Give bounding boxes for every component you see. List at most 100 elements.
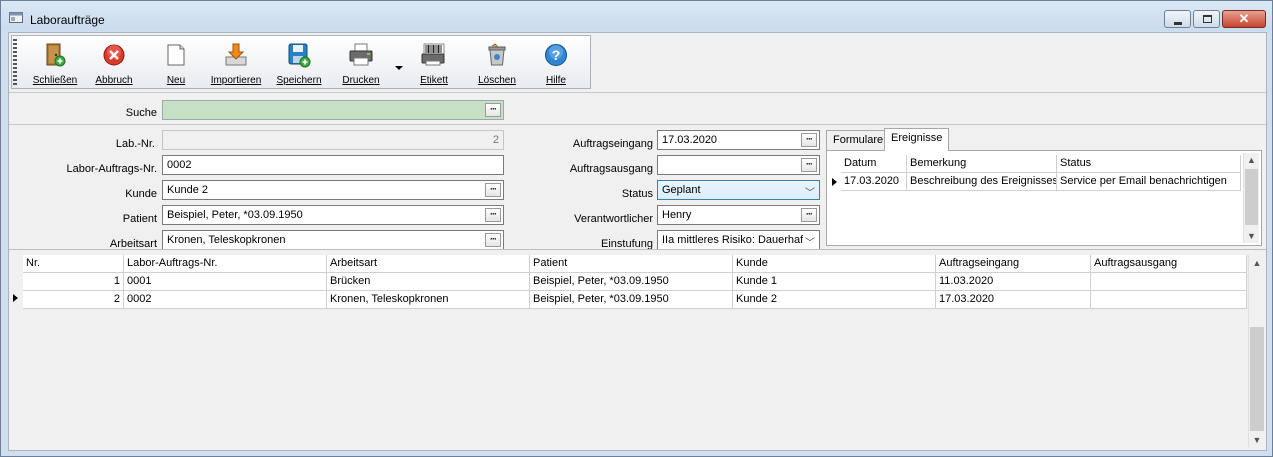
order-nr[interactable]: 1 bbox=[23, 273, 124, 291]
order-arbeitsart[interactable]: Brücken bbox=[327, 273, 530, 291]
event-datum[interactable]: 17.03.2020 bbox=[841, 173, 907, 191]
neu-button[interactable]: Neu bbox=[158, 38, 194, 87]
abbruch-button[interactable]: Abbruch bbox=[92, 38, 136, 87]
order-auftragseingang[interactable]: 11.03.2020 bbox=[936, 273, 1091, 291]
order-auftragsausgang[interactable] bbox=[1091, 273, 1247, 291]
help-icon: ? bbox=[545, 44, 567, 66]
auftrags-nr-value: 0002 bbox=[167, 159, 192, 171]
event-bemerkung[interactable]: Beschreibung des Ereignisses bbox=[907, 173, 1057, 191]
arbeitsart-value: Kronen, Teleskopkronen bbox=[167, 234, 286, 246]
order-auftragsausgang[interactable] bbox=[1091, 291, 1247, 309]
schliessen-button[interactable]: Schließen bbox=[32, 38, 78, 87]
minimize-icon bbox=[1174, 22, 1182, 25]
orders-scrollbar[interactable]: ▲ ▼ bbox=[1248, 255, 1265, 448]
order-kunde[interactable]: Kunde 2 bbox=[733, 291, 936, 309]
section-divider bbox=[9, 249, 1266, 250]
drucken-dropdown-arrow[interactable] bbox=[395, 66, 403, 70]
scroll-down-icon[interactable]: ▼ bbox=[1244, 231, 1259, 241]
tab-ereignisse[interactable]: Ereignisse bbox=[884, 128, 950, 151]
order-auftrags-nr[interactable]: 0001 bbox=[124, 273, 327, 291]
order-auftragseingang[interactable]: 17.03.2020 bbox=[936, 291, 1091, 309]
chevron-down-icon: ﹀ bbox=[803, 234, 815, 249]
orders-col-kunde[interactable]: Kunde bbox=[733, 255, 936, 273]
orders-scroll-thumb[interactable] bbox=[1250, 327, 1264, 431]
minimize-button[interactable] bbox=[1164, 10, 1191, 28]
svg-text:?: ? bbox=[552, 47, 561, 63]
neu-label: Neu bbox=[166, 75, 186, 86]
order-patient[interactable]: Beispiel, Peter, *03.09.1950 bbox=[530, 291, 733, 309]
current-row-marker bbox=[13, 294, 18, 302]
status-select[interactable]: Geplant ﹀ bbox=[657, 180, 820, 200]
events-col-datum[interactable]: Datum bbox=[841, 155, 907, 173]
events-scrollbar[interactable]: ▲ ▼ bbox=[1243, 153, 1259, 243]
orders-col-nr[interactable]: Nr. bbox=[23, 255, 124, 273]
abbruch-label: Abbruch bbox=[95, 75, 133, 86]
schliessen-label: Schließen bbox=[32, 75, 78, 86]
patient-value: Beispiel, Peter, *03.09.1950 bbox=[167, 209, 303, 221]
auftragseingang-field[interactable]: 17.03.2020 ··· bbox=[657, 130, 820, 150]
order-nr[interactable]: 2 bbox=[23, 291, 124, 309]
auftragsausgang-field[interactable]: ··· bbox=[657, 155, 820, 175]
events-col-bemerkung[interactable]: Bemerkung bbox=[907, 155, 1057, 173]
toolbar-grip[interactable] bbox=[13, 39, 17, 85]
auftragseingang-picker-button[interactable]: ··· bbox=[801, 133, 817, 147]
orders-col-patient[interactable]: Patient bbox=[530, 255, 733, 273]
loeschen-button[interactable]: Löschen bbox=[474, 38, 520, 87]
patient-lookup-button[interactable]: ··· bbox=[485, 208, 501, 222]
client-area: Schließen Abbruch Neu Importieren Speich… bbox=[8, 32, 1267, 451]
auftrags-nr-field[interactable]: 0002 bbox=[162, 155, 504, 175]
kunde-lookup-button[interactable]: ··· bbox=[485, 183, 501, 197]
events-scroll-thumb[interactable] bbox=[1245, 169, 1258, 225]
app-window-icon bbox=[9, 12, 23, 23]
import-icon bbox=[225, 43, 247, 66]
importieren-label: Importieren bbox=[210, 75, 262, 86]
verantwortlicher-field[interactable]: Henry ··· bbox=[657, 205, 820, 225]
scroll-up-icon[interactable]: ▲ bbox=[1249, 258, 1265, 268]
auftragsausgang-picker-button[interactable]: ··· bbox=[801, 158, 817, 172]
verantwortlicher-label: Verantwortlicher bbox=[574, 213, 653, 225]
event-status[interactable]: Service per Email benachrichtigen bbox=[1057, 173, 1241, 191]
drucken-button[interactable]: Drucken bbox=[338, 38, 384, 87]
kunde-value: Kunde 2 bbox=[167, 184, 208, 196]
orders-col-auftragseingang[interactable]: Auftragseingang bbox=[936, 255, 1091, 273]
maximize-button[interactable] bbox=[1193, 10, 1220, 28]
verantwortlicher-value: Henry bbox=[662, 209, 692, 221]
cancel-icon bbox=[103, 44, 125, 66]
tab-formulare[interactable]: Formulare bbox=[826, 130, 891, 150]
orders-col-auftragsausgang[interactable]: Auftragsausgang bbox=[1091, 255, 1247, 273]
toolbar: Schließen Abbruch Neu Importieren Speich… bbox=[11, 35, 591, 89]
arbeitsart-lookup-button[interactable]: ··· bbox=[485, 233, 501, 247]
importieren-button[interactable]: Importieren bbox=[208, 38, 264, 87]
scroll-down-icon[interactable]: ▼ bbox=[1249, 435, 1265, 445]
orders-col-auftrags-nr[interactable]: Labor-Auftrags-Nr. bbox=[124, 255, 327, 273]
new-document-icon bbox=[167, 44, 185, 66]
search-row: Suche ··· bbox=[9, 92, 1266, 125]
verantwortlicher-lookup-button[interactable]: ··· bbox=[801, 208, 817, 222]
order-arbeitsart[interactable]: Kronen, Teleskopkronen bbox=[327, 291, 530, 309]
title-bar[interactable]: Laboraufträge ✕ bbox=[1, 1, 1272, 31]
lab-nr-field: 2 bbox=[162, 130, 504, 150]
search-input[interactable]: ··· bbox=[162, 100, 504, 120]
order-auftrags-nr[interactable]: 0002 bbox=[124, 291, 327, 309]
etikett-button[interactable]: Etikett bbox=[412, 38, 456, 87]
auftragseingang-label: Auftragseingang bbox=[572, 138, 653, 150]
kunde-field[interactable]: Kunde 2 ··· bbox=[162, 180, 504, 200]
search-lookup-button[interactable]: ··· bbox=[485, 103, 501, 117]
close-window-button[interactable]: ✕ bbox=[1222, 10, 1266, 28]
arbeitsart-field[interactable]: Kronen, Teleskopkronen ··· bbox=[162, 230, 504, 250]
close-icon: ✕ bbox=[1238, 11, 1250, 26]
tab-panel: Formulare Ereignisse Datum Bemerkung Sta… bbox=[826, 128, 1262, 246]
auftragseingang-value: 17.03.2020 bbox=[662, 134, 718, 146]
hilfe-button[interactable]: ? Hilfe bbox=[538, 38, 574, 87]
einstufung-value: IIa mittleres Risiko: Dauerhafte bbox=[662, 234, 813, 246]
orders-col-arbeitsart[interactable]: Arbeitsart bbox=[327, 255, 530, 273]
order-patient[interactable]: Beispiel, Peter, *03.09.1950 bbox=[530, 273, 733, 291]
patient-field[interactable]: Beispiel, Peter, *03.09.1950 ··· bbox=[162, 205, 504, 225]
events-col-status[interactable]: Status bbox=[1057, 155, 1241, 173]
scroll-up-icon[interactable]: ▲ bbox=[1244, 155, 1259, 165]
current-row-marker bbox=[832, 178, 837, 186]
einstufung-select[interactable]: IIa mittleres Risiko: Dauerhafte ﹀ bbox=[657, 230, 820, 250]
speichern-button[interactable]: Speichern bbox=[274, 38, 324, 87]
order-kunde[interactable]: Kunde 1 bbox=[733, 273, 936, 291]
status-label: Status bbox=[621, 188, 653, 200]
